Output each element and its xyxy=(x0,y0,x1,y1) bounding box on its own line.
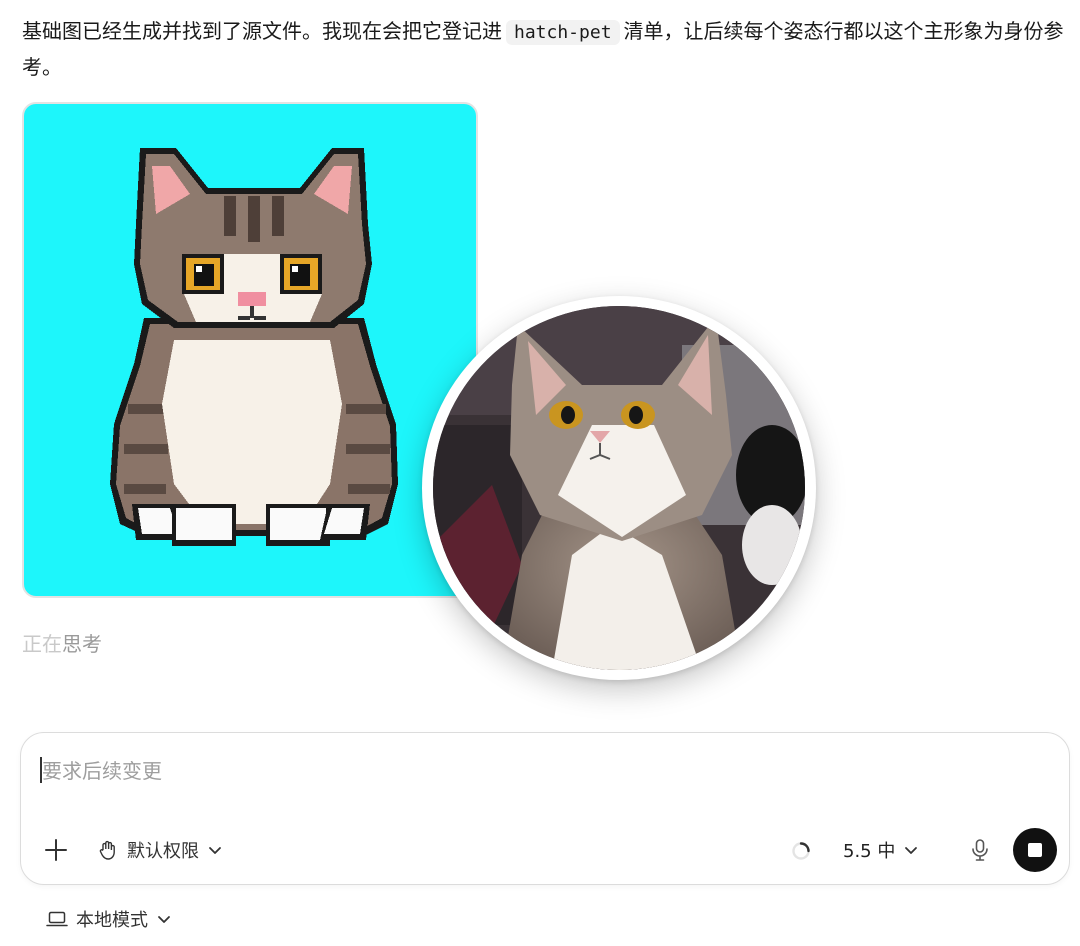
assistant-message: 基础图已经生成并找到了源文件。我现在会把它登记进 hatch-pet 清单，让后续每… xyxy=(22,14,1067,84)
chevron-down-icon xyxy=(905,847,918,854)
chevron-down-icon xyxy=(209,847,221,854)
thinking-status: 正在思考 xyxy=(22,628,102,657)
prompt-input[interactable]: 要求后续变更 xyxy=(42,755,162,784)
permission-label: 默认权限 xyxy=(127,841,199,862)
reference-cat-photo xyxy=(433,306,805,670)
message-text-start: 基础图已经生成并找到了源文件。我现在会把它登记进 xyxy=(22,19,502,43)
thinking-status-text: 思考 xyxy=(62,632,102,656)
spinner-icon xyxy=(792,842,810,860)
model-label: 5.5 中 xyxy=(843,841,896,862)
pixel-cat-art xyxy=(110,148,398,546)
stop-button[interactable] xyxy=(1013,828,1057,872)
thinking-status-dim: 正在 xyxy=(22,632,62,656)
stop-icon xyxy=(1028,843,1042,857)
microphone-icon[interactable] xyxy=(968,837,992,863)
inline-code: hatch-pet xyxy=(506,20,620,45)
permission-dropdown[interactable]: 默认权限 xyxy=(97,835,223,865)
generated-pixel-cat-image[interactable] xyxy=(22,102,478,598)
chevron-down-icon xyxy=(158,916,170,923)
composer: 要求后续变更 默认权限 5.5 中 xyxy=(20,732,1070,885)
mode-label: 本地模式 xyxy=(76,910,148,931)
plus-icon[interactable] xyxy=(43,837,69,863)
laptop-icon xyxy=(46,911,68,927)
hand-icon xyxy=(99,840,115,860)
model-selector[interactable]: 5.5 中 xyxy=(843,835,919,865)
reference-photo[interactable] xyxy=(422,296,816,680)
mode-selector[interactable]: 本地模式 xyxy=(46,906,172,932)
